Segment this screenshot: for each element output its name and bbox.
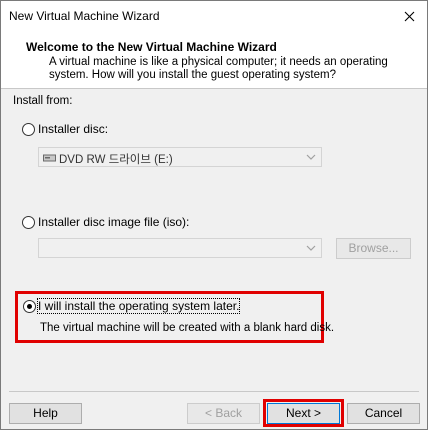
cancel-button[interactable]: Cancel [347, 403, 420, 424]
browse-button: Browse... [336, 238, 411, 259]
disc-drive-value: DVD RW 드라이브 (E:) [59, 154, 173, 166]
wizard-window: New Virtual Machine Wizard Welcome to th… [0, 0, 428, 430]
installer-disc-label[interactable]: Installer disc: [38, 122, 108, 136]
iso-image-label[interactable]: Installer disc image file (iso): [38, 215, 189, 229]
wizard-header: Welcome to the New Virtual Machine Wizar… [1, 31, 427, 89]
footer-separator [9, 391, 419, 392]
title-bar: New Virtual Machine Wizard [1, 1, 427, 31]
disc-drive-select: DVD RW 드라이브 (E:) [38, 147, 322, 167]
help-button[interactable]: Help [9, 403, 82, 424]
install-later-label[interactable]: I will install the operating system late… [36, 298, 241, 314]
dvd-drive-icon [43, 154, 56, 162]
next-button[interactable]: Next > [267, 403, 340, 424]
close-icon [404, 11, 414, 21]
install-from-label: Install from: [13, 95, 73, 107]
install-later-note: The virtual machine will be created with… [40, 322, 335, 334]
close-button[interactable] [391, 1, 427, 31]
chevron-down-icon [306, 245, 316, 251]
header-description: A virtual machine is like a physical com… [49, 56, 388, 81]
chevron-down-icon [306, 154, 316, 160]
iso-path-select [38, 238, 322, 258]
install-later-radio[interactable] [23, 300, 36, 313]
installer-disc-radio[interactable] [22, 123, 35, 136]
header-title: Welcome to the New Virtual Machine Wizar… [26, 40, 277, 54]
window-title: New Virtual Machine Wizard [9, 9, 160, 23]
iso-image-radio[interactable] [22, 216, 35, 229]
back-button: < Back [187, 403, 260, 424]
